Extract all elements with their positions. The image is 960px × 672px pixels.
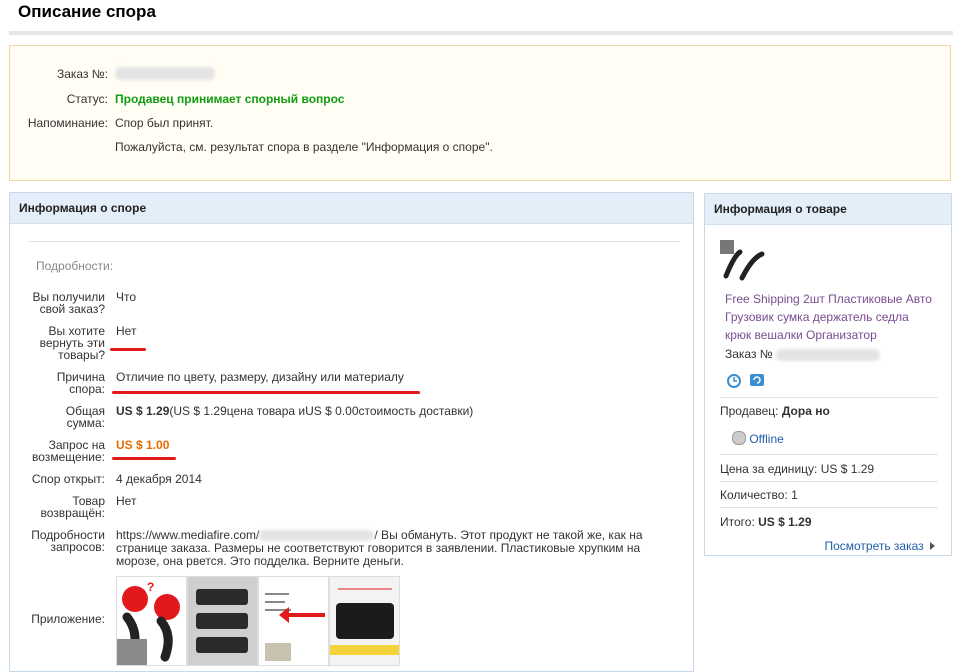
request-link[interactable]: https://www.mediafire.com/ bbox=[116, 528, 259, 542]
reminder-text-1: Спор был принят. bbox=[115, 116, 214, 130]
total-label: Общая сумма: bbox=[66, 405, 105, 429]
attachment-thumbnail[interactable]: ? bbox=[116, 576, 187, 666]
highlight-underline bbox=[112, 457, 176, 460]
divider bbox=[720, 507, 938, 508]
arrow-right-icon bbox=[930, 542, 935, 550]
label-line: сумма: bbox=[66, 416, 105, 430]
return-label: Вы хотите вернуть эти товары? bbox=[40, 325, 105, 361]
total-value: US $ 1.29(US $ 1.29цена товара иUS $ 0.0… bbox=[116, 405, 473, 418]
total-label: Итого: bbox=[720, 515, 755, 529]
product-info-header: Информация о товаре bbox=[705, 194, 951, 225]
label-line: спора: bbox=[69, 382, 105, 396]
refresh-icon[interactable] bbox=[749, 372, 765, 391]
order-label: Заказ № bbox=[725, 347, 773, 361]
quantity-row: Количество: 1 bbox=[720, 488, 798, 502]
page-title: Описание спора bbox=[18, 2, 156, 21]
product-title-line: Грузовик сумка держатель седла bbox=[725, 310, 909, 324]
request-text-part: / Вы обмануть. Этот продукт не такой же,… bbox=[374, 528, 643, 542]
redacted-url bbox=[259, 530, 375, 542]
clock-icon[interactable] bbox=[726, 372, 742, 391]
reason-value: Отличие по цвету, размеру, дизайну или м… bbox=[116, 370, 404, 384]
product-title-line: крюк вешалки Организатор bbox=[725, 328, 877, 342]
label-line: запросов: bbox=[50, 540, 105, 554]
seller-label: Продавец: bbox=[720, 404, 779, 418]
divider bbox=[720, 481, 938, 482]
product-info-panel: Информация о товаре Free Shipping 2шт Пл… bbox=[704, 193, 952, 556]
status-label: Статус: bbox=[66, 92, 108, 106]
divider bbox=[720, 397, 938, 398]
total-breakdown: (US $ 1.29цена товара иUS $ 0.00стоимост… bbox=[169, 404, 474, 418]
returned-value: Нет bbox=[116, 494, 137, 508]
offline-status-label[interactable]: Offline bbox=[749, 432, 783, 446]
highlight-underline bbox=[110, 348, 146, 351]
status-value: Продавец принимает спорный вопрос bbox=[115, 92, 345, 106]
received-value: Что bbox=[116, 290, 137, 304]
seller-name[interactable]: Дора но bbox=[782, 404, 830, 418]
reminder-text-2: Пожалуйста, см. результат спора в раздел… bbox=[115, 140, 493, 154]
label-line: возмещение: bbox=[32, 450, 105, 464]
refund-value: US $ 1.00 bbox=[116, 438, 170, 452]
order-number-redacted bbox=[776, 348, 881, 361]
details-label: Подробности: bbox=[36, 259, 114, 273]
total-value: US $ 1.29 bbox=[758, 515, 812, 529]
unit-price-row: Цена за единицу: US $ 1.29 bbox=[720, 462, 874, 476]
unit-price-label: Цена за единицу: bbox=[720, 462, 818, 476]
divider bbox=[720, 454, 938, 455]
order-label: Заказ №: bbox=[56, 67, 108, 81]
offline-status-icon bbox=[732, 431, 746, 445]
request-line: морозе, она рвется. Это подделка. Вернит… bbox=[116, 554, 404, 568]
reason-label: Причина спора: bbox=[57, 371, 105, 395]
returned-label: Товар возвращён: bbox=[40, 495, 105, 519]
seller-row: Продавец: Дора но bbox=[720, 404, 830, 418]
opened-label: Спор открыт: bbox=[31, 472, 105, 486]
divider bbox=[28, 241, 680, 242]
dispute-info-panel: Информация о споре Подробности: Вы получ… bbox=[9, 192, 694, 672]
product-title-link[interactable]: Free Shipping 2шт Пластиковые Авто Грузо… bbox=[725, 290, 932, 344]
dispute-summary-box: Заказ №: Статус: Продавец принимает спор… bbox=[9, 45, 951, 181]
view-order-label: Посмотреть заказ bbox=[824, 539, 924, 553]
attachment-label: Приложение: bbox=[31, 612, 105, 626]
total-amount: US $ 1.29 bbox=[116, 404, 170, 418]
quantity-label: Количество: bbox=[720, 488, 788, 502]
label-line: товары? bbox=[58, 348, 105, 362]
label-line: свой заказ? bbox=[39, 302, 105, 316]
reminder-label: Напоминание: bbox=[27, 116, 108, 130]
view-order-link[interactable]: Посмотреть заказ bbox=[824, 539, 935, 553]
title-divider bbox=[9, 31, 953, 35]
product-order-row: Заказ № bbox=[725, 347, 881, 361]
highlight-underline bbox=[112, 391, 420, 394]
quantity-value: 1 bbox=[791, 488, 798, 502]
total-row: Итого: US $ 1.29 bbox=[720, 515, 812, 529]
refund-label: Запрос на возмещение: bbox=[32, 439, 105, 463]
received-label: Вы получили свой заказ? bbox=[32, 291, 105, 315]
attachment-thumbnail[interactable] bbox=[258, 576, 329, 666]
request-text: https://www.mediafire.com/ / Вы обмануть.… bbox=[116, 529, 676, 568]
svg-text:?: ? bbox=[147, 580, 154, 594]
attachment-thumbnail[interactable] bbox=[187, 576, 258, 666]
order-number-redacted bbox=[115, 67, 215, 83]
label-line: возвращён: bbox=[40, 506, 105, 520]
dispute-info-header: Информация о споре bbox=[10, 193, 693, 224]
return-value: Нет bbox=[116, 324, 137, 338]
attachment-thumbnail[interactable] bbox=[329, 576, 400, 666]
product-title-line: Free Shipping 2шт Пластиковые Авто bbox=[725, 292, 932, 306]
request-label: Подробности запросов: bbox=[31, 529, 105, 553]
seller-status: Offline bbox=[732, 431, 784, 446]
unit-price-value: US $ 1.29 bbox=[820, 462, 875, 476]
product-thumbnail[interactable] bbox=[720, 240, 766, 289]
opened-value: 4 декабря 2014 bbox=[116, 472, 202, 486]
